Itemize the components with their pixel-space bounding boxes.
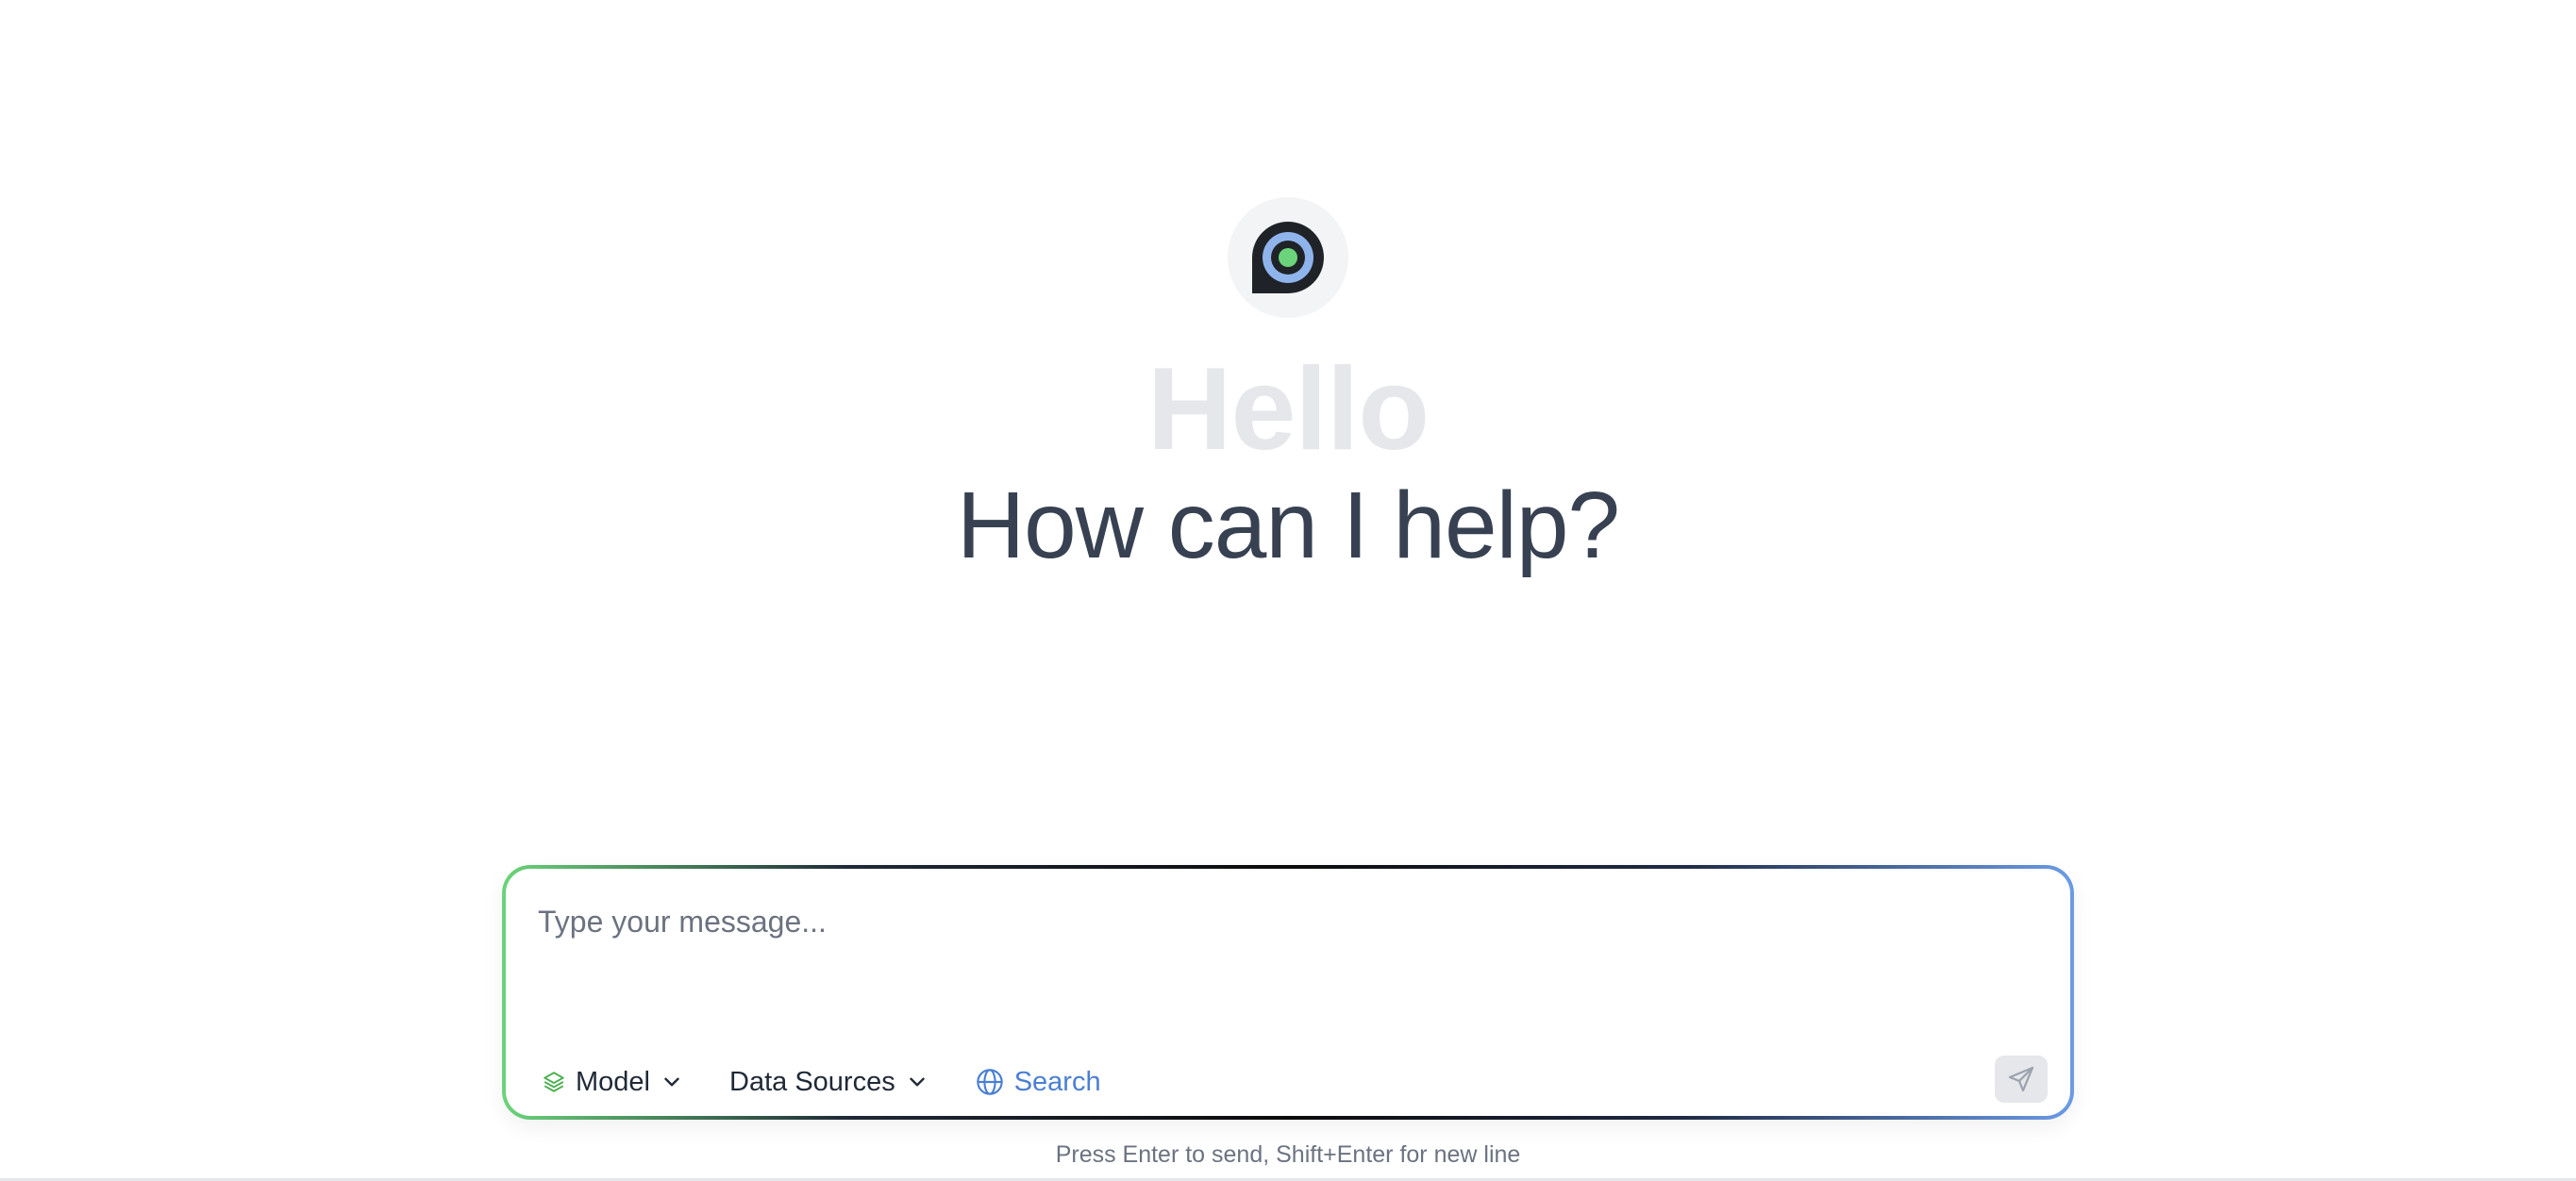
app-logo <box>1228 197 1348 318</box>
headline-text: How can I help? <box>956 473 1620 578</box>
model-selector[interactable]: Model <box>542 1067 684 1098</box>
model-selector-label: Model <box>576 1066 650 1097</box>
chat-bubble-target-icon <box>1252 222 1324 293</box>
message-composer: Model Data Sources <box>502 865 2074 1120</box>
data-sources-selector[interactable]: Data Sources <box>729 1067 929 1098</box>
chevron-down-icon <box>664 1077 679 1087</box>
composer-toolbar: Model Data Sources Search <box>542 1063 1146 1101</box>
chevron-down-icon <box>910 1077 925 1087</box>
globe-icon <box>976 1069 1003 1095</box>
chat-home: Hello How can I help? Model Da <box>0 0 2576 1181</box>
data-sources-label: Data Sources <box>729 1066 895 1097</box>
keyboard-hint: Press Enter to send, Shift+Enter for new… <box>1055 1141 1521 1168</box>
search-toggle[interactable]: Search <box>975 1067 1101 1098</box>
layers-icon <box>544 1072 564 1092</box>
message-input[interactable] <box>538 905 2029 999</box>
search-toggle-label: Search <box>1013 1066 1101 1097</box>
send-button[interactable] <box>1995 1056 2048 1103</box>
greeting-text: Hello <box>1146 344 1430 474</box>
send-icon <box>2008 1066 2034 1092</box>
composer-body: Model Data Sources <box>506 869 2070 1116</box>
